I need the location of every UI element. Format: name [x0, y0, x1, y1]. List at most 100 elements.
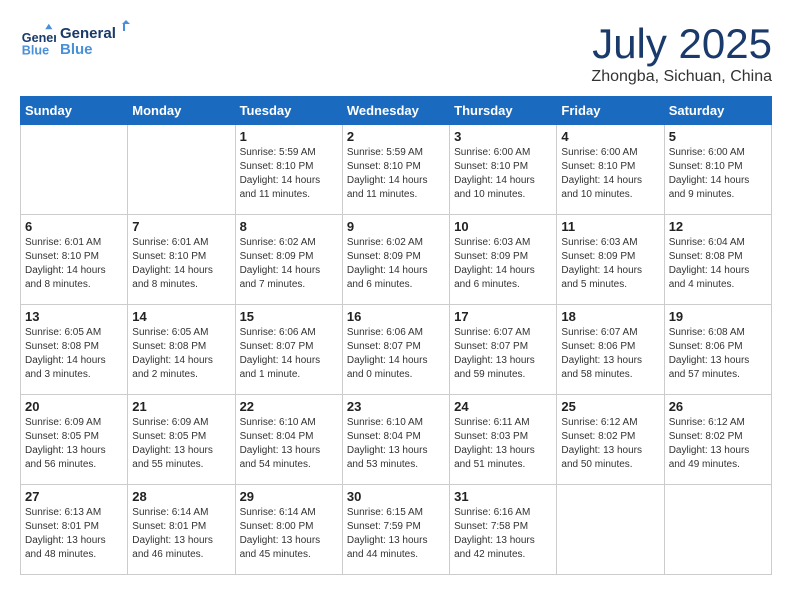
calendar-cell: 26 Sunrise: 6:12 AMSunset: 8:02 PMDayligh…	[664, 395, 771, 485]
day-number: 21	[132, 399, 230, 414]
logo-icon: General Blue	[20, 22, 56, 58]
calendar-cell: 31 Sunrise: 6:16 AMSunset: 7:58 PMDayligh…	[450, 485, 557, 575]
day-info: Sunrise: 6:02 AMSunset: 8:09 PMDaylight:…	[240, 236, 338, 292]
day-number: 1	[240, 129, 338, 144]
calendar-cell: 7Sunrise: 6:01 AMSunset: 8:10 PMDaylight…	[128, 215, 235, 305]
svg-text:General: General	[60, 25, 116, 42]
calendar-cell: 12 Sunrise: 6:04 AMSunset: 8:08 PMDayligh…	[664, 215, 771, 305]
day-number: 4	[561, 129, 659, 144]
day-number: 10	[454, 219, 552, 234]
week-row-3: 13 Sunrise: 6:05 AMSunset: 8:08 PMDayligh…	[21, 305, 772, 395]
calendar-cell: 16 Sunrise: 6:06 AMSunset: 8:07 PMDayligh…	[342, 305, 449, 395]
calendar-cell	[664, 485, 771, 575]
day-info: Sunrise: 6:07 AMSunset: 8:07 PMDaylight:…	[454, 326, 552, 382]
day-info: Sunrise: 6:10 AMSunset: 8:04 PMDaylight:…	[240, 416, 338, 472]
calendar-cell: 2Sunrise: 5:59 AMSunset: 8:10 PMDaylight…	[342, 125, 449, 215]
day-info: Sunrise: 6:07 AMSunset: 8:06 PMDaylight:…	[561, 326, 659, 382]
calendar-cell: 22Sunrise: 6:10 AMSunset: 8:04 PMDayligh…	[235, 395, 342, 485]
day-number: 13	[25, 309, 123, 324]
day-number: 27	[25, 489, 123, 504]
logo: General Blue General Blue	[20, 20, 140, 60]
calendar-cell: 24 Sunrise: 6:11 AMSunset: 8:03 PMDayligh…	[450, 395, 557, 485]
calendar-cell: 20Sunrise: 6:09 AMSunset: 8:05 PMDayligh…	[21, 395, 128, 485]
day-info: Sunrise: 6:16 AMSunset: 7:58 PMDaylight:…	[454, 506, 552, 562]
calendar-cell	[557, 485, 664, 575]
day-number: 31	[454, 489, 552, 504]
day-number: 12	[669, 219, 767, 234]
calendar-cell: 11Sunrise: 6:03 AMSunset: 8:09 PMDayligh…	[557, 215, 664, 305]
day-info: Sunrise: 6:11 AMSunset: 8:03 PMDaylight:…	[454, 416, 552, 472]
day-info: Sunrise: 6:05 AMSunset: 8:08 PMDaylight:…	[25, 326, 123, 382]
day-info: Sunrise: 6:00 AMSunset: 8:10 PMDaylight:…	[454, 146, 552, 202]
day-info: Sunrise: 6:10 AMSunset: 8:04 PMDaylight:…	[347, 416, 445, 472]
day-info: Sunrise: 6:14 AMSunset: 8:01 PMDaylight:…	[132, 506, 230, 562]
day-info: Sunrise: 6:14 AMSunset: 8:00 PMDaylight:…	[240, 506, 338, 562]
calendar-cell	[21, 125, 128, 215]
calendar-cell: 18 Sunrise: 6:07 AMSunset: 8:06 PMDayligh…	[557, 305, 664, 395]
calendar-cell: 28 Sunrise: 6:14 AMSunset: 8:01 PMDayligh…	[128, 485, 235, 575]
day-info: Sunrise: 5:59 AMSunset: 8:10 PMDaylight:…	[240, 146, 338, 202]
day-number: 9	[347, 219, 445, 234]
main-title: July 2025	[591, 20, 772, 68]
weekday-header-monday: Monday	[128, 97, 235, 125]
title-section: July 2025 Zhongba, Sichuan, China	[591, 20, 772, 86]
calendar-cell: 25Sunrise: 6:12 AMSunset: 8:02 PMDayligh…	[557, 395, 664, 485]
day-info: Sunrise: 6:08 AMSunset: 8:06 PMDaylight:…	[669, 326, 767, 382]
day-number: 19	[669, 309, 767, 324]
day-number: 5	[669, 129, 767, 144]
day-info: Sunrise: 6:15 AMSunset: 7:59 PMDaylight:…	[347, 506, 445, 562]
calendar-cell: 6Sunrise: 6:01 AMSunset: 8:10 PMDaylight…	[21, 215, 128, 305]
subtitle: Zhongba, Sichuan, China	[591, 68, 772, 86]
week-row-4: 20 Sunrise: 6:09 AMSunset: 8:05 PMDayligh…	[21, 395, 772, 485]
calendar-cell: 10 Sunrise: 6:03 AMSunset: 8:09 PMDayligh…	[450, 215, 557, 305]
calendar-cell: 9 Sunrise: 6:02 AMSunset: 8:09 PMDaylight…	[342, 215, 449, 305]
day-number: 17	[454, 309, 552, 324]
week-row-2: 6Sunrise: 6:01 AMSunset: 8:10 PMDaylight…	[21, 215, 772, 305]
calendar-cell: 23Sunrise: 6:10 AMSunset: 8:04 PMDayligh…	[342, 395, 449, 485]
weekday-header-thursday: Thursday	[450, 97, 557, 125]
day-number: 15	[240, 309, 338, 324]
calendar-cell: 1 Sunrise: 5:59 AMSunset: 8:10 PMDaylight…	[235, 125, 342, 215]
svg-text:Blue: Blue	[60, 41, 93, 58]
calendar-cell: 29Sunrise: 6:14 AMSunset: 8:00 PMDayligh…	[235, 485, 342, 575]
day-number: 3	[454, 129, 552, 144]
day-number: 30	[347, 489, 445, 504]
day-number: 20	[25, 399, 123, 414]
calendar-body: 1 Sunrise: 5:59 AMSunset: 8:10 PMDaylight…	[21, 125, 772, 575]
day-info: Sunrise: 6:09 AMSunset: 8:05 PMDaylight:…	[132, 416, 230, 472]
week-row-1: 1 Sunrise: 5:59 AMSunset: 8:10 PMDaylight…	[21, 125, 772, 215]
logo-svg: General Blue	[60, 20, 140, 60]
day-info: Sunrise: 6:06 AMSunset: 8:07 PMDaylight:…	[240, 326, 338, 382]
day-info: Sunrise: 6:02 AMSunset: 8:09 PMDaylight:…	[347, 236, 445, 292]
weekday-header-friday: Friday	[557, 97, 664, 125]
day-info: Sunrise: 6:01 AMSunset: 8:10 PMDaylight:…	[25, 236, 123, 292]
day-info: Sunrise: 6:01 AMSunset: 8:10 PMDaylight:…	[132, 236, 230, 292]
calendar-cell: 14Sunrise: 6:05 AMSunset: 8:08 PMDayligh…	[128, 305, 235, 395]
calendar-cell: 13 Sunrise: 6:05 AMSunset: 8:08 PMDayligh…	[21, 305, 128, 395]
weekday-header-saturday: Saturday	[664, 97, 771, 125]
weekday-header-wednesday: Wednesday	[342, 97, 449, 125]
day-number: 8	[240, 219, 338, 234]
svg-text:Blue: Blue	[22, 43, 49, 57]
day-info: Sunrise: 6:03 AMSunset: 8:09 PMDaylight:…	[561, 236, 659, 292]
day-number: 28	[132, 489, 230, 504]
day-info: Sunrise: 6:06 AMSunset: 8:07 PMDaylight:…	[347, 326, 445, 382]
day-info: Sunrise: 6:04 AMSunset: 8:08 PMDaylight:…	[669, 236, 767, 292]
calendar-cell: 27Sunrise: 6:13 AMSunset: 8:01 PMDayligh…	[21, 485, 128, 575]
day-number: 18	[561, 309, 659, 324]
calendar-cell: 8 Sunrise: 6:02 AMSunset: 8:09 PMDaylight…	[235, 215, 342, 305]
day-info: Sunrise: 6:03 AMSunset: 8:09 PMDaylight:…	[454, 236, 552, 292]
calendar-cell: 15 Sunrise: 6:06 AMSunset: 8:07 PMDayligh…	[235, 305, 342, 395]
day-number: 16	[347, 309, 445, 324]
calendar-cell: 30 Sunrise: 6:15 AMSunset: 7:59 PMDayligh…	[342, 485, 449, 575]
calendar-cell: 17 Sunrise: 6:07 AMSunset: 8:07 PMDayligh…	[450, 305, 557, 395]
weekday-header-sunday: Sunday	[21, 97, 128, 125]
day-number: 26	[669, 399, 767, 414]
weekday-header-tuesday: Tuesday	[235, 97, 342, 125]
day-number: 24	[454, 399, 552, 414]
page-header: General Blue General Blue July 2025 Zhon…	[20, 20, 772, 86]
day-info: Sunrise: 6:12 AMSunset: 8:02 PMDaylight:…	[561, 416, 659, 472]
day-number: 14	[132, 309, 230, 324]
day-info: Sunrise: 6:12 AMSunset: 8:02 PMDaylight:…	[669, 416, 767, 472]
day-number: 2	[347, 129, 445, 144]
